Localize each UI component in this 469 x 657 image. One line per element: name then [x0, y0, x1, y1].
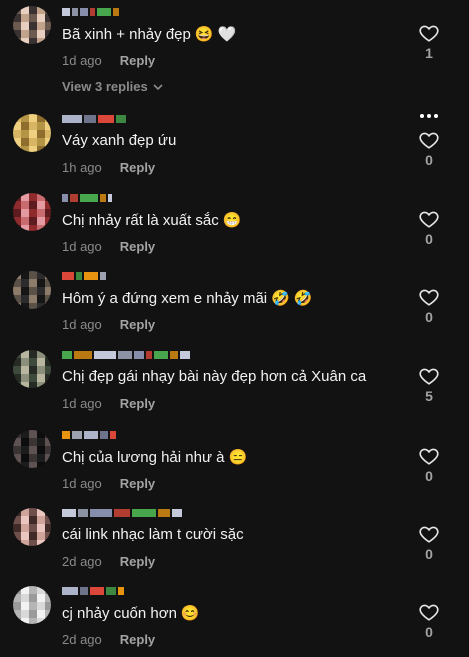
like-count: 1: [425, 45, 433, 61]
like-button[interactable]: 0: [418, 447, 440, 484]
comment-text: Bã xinh + nhảy đẹp 😆 🤍: [62, 25, 236, 43]
timestamp: 2d ago: [62, 632, 102, 647]
comment-text-label: Chị nhảy rất là xuất sắc: [62, 212, 219, 229]
heart-outline-icon[interactable]: [419, 603, 439, 621]
username[interactable]: [62, 431, 116, 441]
timestamp: 1d ago: [62, 476, 102, 491]
comment-text-label: Chị đẹp gái nhạy bài này đẹp hơn cả Xuân…: [62, 368, 367, 385]
emoji: 🤍: [217, 26, 237, 43]
emoji: 🤣: [293, 290, 313, 307]
reply-button[interactable]: Reply: [120, 160, 155, 175]
like-count: 5: [425, 388, 433, 404]
username[interactable]: [62, 8, 119, 18]
heart-outline-icon[interactable]: [419, 367, 439, 385]
comment-meta: 1d ago Reply: [62, 53, 155, 68]
comment-text: Chị nhảy rất là xuất sắc 😁: [62, 211, 241, 229]
like-count: 0: [425, 624, 433, 640]
like-count: 0: [425, 468, 433, 484]
comment-text-label: Bã xinh + nhảy đẹp: [62, 26, 191, 43]
username[interactable]: [62, 272, 106, 282]
emoji: 😊: [180, 605, 200, 622]
chevron-down-icon: [148, 79, 163, 94]
view-replies-button[interactable]: View 3 replies: [62, 79, 163, 94]
timestamp: 1d ago: [62, 396, 102, 411]
comment-text-label: cj nhảy cuốn hơn: [62, 605, 177, 622]
comment-meta: 1h ago Reply: [62, 160, 155, 175]
reply-button[interactable]: Reply: [120, 53, 155, 68]
like-button[interactable]: 1: [418, 24, 440, 61]
timestamp: 2d ago: [62, 554, 102, 569]
emoji: 😆: [194, 26, 214, 43]
timestamp: 1h ago: [62, 160, 102, 175]
like-button[interactable]: 0: [418, 525, 440, 562]
timestamp: 1d ago: [62, 317, 102, 332]
timestamp: 1d ago: [62, 239, 102, 254]
reply-button[interactable]: Reply: [120, 476, 155, 491]
username[interactable]: [62, 587, 124, 597]
comment-text: Chị của lương hải như à 😑: [62, 448, 247, 466]
comment-meta: 2d ago Reply: [62, 632, 155, 647]
like-count: 0: [425, 152, 433, 168]
like-count: 0: [425, 546, 433, 562]
reply-button[interactable]: Reply: [120, 396, 155, 411]
comment-text-label: Hôm ý a đứng xem e nhảy mãi: [62, 290, 268, 307]
comment-text-label: cái link nhạc làm t cười sặc: [62, 526, 244, 543]
avatar[interactable]: [13, 193, 51, 231]
comment-meta: 1d ago Reply: [62, 317, 155, 332]
emoji: 😁: [222, 212, 242, 229]
avatar[interactable]: [13, 271, 51, 309]
heart-outline-icon[interactable]: [419, 525, 439, 543]
comment-text: Chị đẹp gái nhạy bài này đẹp hơn cả Xuân…: [62, 368, 366, 385]
username[interactable]: [62, 194, 112, 204]
avatar[interactable]: [13, 508, 51, 546]
heart-outline-icon[interactable]: [419, 288, 439, 306]
reply-button[interactable]: Reply: [120, 632, 155, 647]
comment-text: cj nhảy cuốn hơn 😊: [62, 604, 200, 622]
timestamp: 1d ago: [62, 53, 102, 68]
emoji: 😑: [228, 449, 248, 466]
emoji: 🤣: [271, 290, 290, 307]
reply-button[interactable]: Reply: [120, 554, 155, 569]
like-button[interactable]: 0: [418, 288, 440, 325]
comment-meta: 2d ago Reply: [62, 554, 155, 569]
username[interactable]: [62, 115, 126, 125]
avatar[interactable]: [13, 114, 51, 152]
comment-text-label: Chị của lương hải như à: [62, 449, 225, 466]
more-dots-icon[interactable]: [418, 106, 440, 122]
avatar[interactable]: [13, 430, 51, 468]
like-button[interactable]: 0: [418, 210, 440, 247]
comment-text: Hôm ý a đứng xem e nhảy mãi 🤣 🤣: [62, 289, 313, 307]
view-replies-label: View 3 replies: [62, 79, 148, 94]
reply-button[interactable]: Reply: [120, 239, 155, 254]
like-button[interactable]: 0: [418, 131, 440, 168]
username[interactable]: [62, 351, 190, 361]
reply-button[interactable]: Reply: [120, 317, 155, 332]
comment-text-label: Váy xanh đẹp ứu: [62, 132, 177, 149]
avatar[interactable]: [13, 6, 51, 44]
like-count: 0: [425, 309, 433, 325]
like-button[interactable]: 5: [418, 367, 440, 404]
comment-text: cái link nhạc làm t cười sặc: [62, 526, 244, 543]
like-count: 0: [425, 231, 433, 247]
heart-outline-icon[interactable]: [419, 210, 439, 228]
comment-meta: 1d ago Reply: [62, 396, 155, 411]
heart-outline-icon[interactable]: [419, 131, 439, 149]
heart-outline-icon[interactable]: [419, 24, 439, 42]
avatar[interactable]: [13, 586, 51, 624]
avatar[interactable]: [13, 350, 51, 388]
like-button[interactable]: 0: [418, 603, 440, 640]
comment-meta: 1d ago Reply: [62, 476, 155, 491]
comment-text: Váy xanh đẹp ứu: [62, 132, 176, 149]
username[interactable]: [62, 509, 182, 519]
heart-outline-icon[interactable]: [419, 447, 439, 465]
comment-meta: 1d ago Reply: [62, 239, 155, 254]
